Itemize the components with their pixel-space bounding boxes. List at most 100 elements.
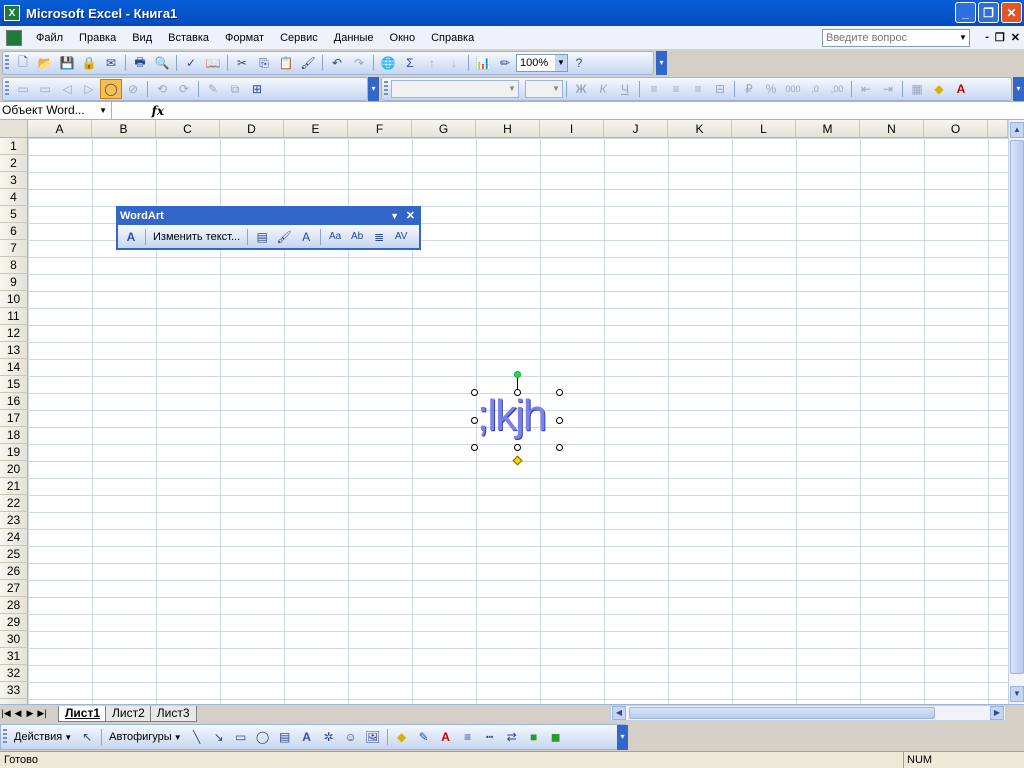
toolbar-options-icon[interactable]: ▾ [656, 51, 667, 75]
insert-wordart-icon[interactable]: A [296, 727, 318, 747]
show-comments-icon[interactable]: ◯ [100, 79, 122, 99]
reject-icon[interactable]: ⟳ [173, 79, 195, 99]
hyperlink-icon[interactable]: 🌐 [377, 53, 399, 73]
row-header[interactable]: 28 [0, 597, 28, 614]
edit-text-button[interactable]: Изменить текст... [149, 231, 244, 243]
scroll-down-icon[interactable]: ▼ [1010, 686, 1024, 702]
next-sheet-icon[interactable]: ▶ [24, 708, 36, 719]
oval-icon[interactable]: ◯ [252, 727, 274, 747]
row-header[interactable]: 26 [0, 563, 28, 580]
insert-function-icon[interactable]: fx [112, 104, 168, 118]
shadow-style-icon[interactable]: ■ [523, 727, 545, 747]
line-color-icon[interactable]: ✎ [413, 727, 435, 747]
decrease-decimal-icon[interactable]: ,00 [826, 79, 848, 99]
select-objects-icon[interactable]: ↖ [76, 727, 98, 747]
format-wordart-icon[interactable]: 🖌 [273, 227, 295, 247]
menu-help[interactable]: Справка [423, 32, 482, 44]
column-header-D[interactable]: D [220, 120, 284, 138]
row-header[interactable]: 12 [0, 325, 28, 342]
same-letter-heights-icon[interactable]: Aa [324, 227, 346, 247]
print-preview-icon[interactable]: 🔍 [151, 53, 173, 73]
merge-center-icon[interactable]: ⊟ [709, 79, 731, 99]
toolbar-grip[interactable] [5, 55, 9, 71]
font-name-select[interactable]: ▼ [391, 80, 519, 98]
comma-style-icon[interactable]: 000 [782, 79, 804, 99]
sheet-tab-1[interactable]: Лист1 [58, 705, 108, 722]
print-icon[interactable]: 🖶 [129, 53, 151, 73]
toolbar-grip[interactable] [5, 81, 9, 97]
actions-menu-button[interactable]: Действия ▼ [10, 731, 76, 743]
row-header[interactable]: 3 [0, 172, 28, 189]
workbook-icon[interactable] [6, 29, 22, 46]
underline-icon[interactable]: Ч [614, 79, 636, 99]
resize-handle-se[interactable] [556, 444, 563, 451]
ink-annotations-icon[interactable]: ✎ [202, 79, 224, 99]
resize-handle-s[interactable] [514, 444, 521, 451]
bold-icon[interactable]: Ж [570, 79, 592, 99]
workbook-restore-button[interactable]: ❐ [995, 31, 1005, 44]
row-header[interactable]: 33 [0, 682, 28, 699]
row-header[interactable]: 32 [0, 665, 28, 682]
row-header[interactable]: 8 [0, 257, 28, 274]
minimize-button[interactable]: _ [955, 2, 976, 23]
arrow-style-icon[interactable]: ⇄ [501, 727, 523, 747]
resize-handle-n[interactable] [514, 389, 521, 396]
increase-indent-icon[interactable]: ⇥ [877, 79, 899, 99]
toolbar-options-icon[interactable]: ▾ [617, 725, 628, 750]
email-icon[interactable]: ✉ [100, 53, 122, 73]
row-header[interactable]: 1 [0, 138, 28, 155]
new-comment-icon[interactable]: ▭ [12, 79, 34, 99]
vertical-text-icon[interactable]: Ab [346, 227, 368, 247]
row-header[interactable]: 6 [0, 223, 28, 240]
scroll-thumb[interactable] [1010, 140, 1024, 674]
column-header-L[interactable]: L [732, 120, 796, 138]
column-header-E[interactable]: E [284, 120, 348, 138]
drawing-icon[interactable]: ✏ [494, 53, 516, 73]
column-header-C[interactable]: C [156, 120, 220, 138]
resize-handle-e[interactable] [556, 417, 563, 424]
workbook-close-button[interactable]: ✕ [1011, 31, 1020, 44]
chevron-down-icon[interactable]: ▼ [555, 55, 567, 71]
redo-icon[interactable]: ↷ [348, 53, 370, 73]
last-sheet-icon[interactable]: ▶| [36, 708, 48, 719]
clip-art-icon[interactable]: ☺ [340, 727, 362, 747]
scroll-thumb[interactable] [629, 707, 935, 719]
dash-style-icon[interactable]: ┅ [479, 727, 501, 747]
previous-sheet-icon[interactable]: ◀ [12, 708, 24, 719]
resize-handle-w[interactable] [471, 417, 478, 424]
increase-decimal-icon[interactable]: ,0 [804, 79, 826, 99]
formula-input[interactable] [168, 102, 1024, 119]
sheet-tab-2[interactable]: Лист2 [105, 705, 152, 722]
row-header[interactable]: 22 [0, 495, 28, 512]
menu-window[interactable]: Окно [382, 32, 424, 44]
row-header[interactable]: 15 [0, 376, 28, 393]
chevron-down-icon[interactable]: ▼ [550, 81, 562, 97]
row-header[interactable]: 21 [0, 478, 28, 495]
next-comment-icon[interactable]: ▷ [78, 79, 100, 99]
line-style-icon[interactable]: ≡ [457, 727, 479, 747]
sort-descending-icon[interactable]: ↓ [443, 53, 465, 73]
help-icon[interactable]: ? [568, 53, 590, 73]
first-sheet-icon[interactable]: |◀ [0, 708, 12, 719]
column-header-M[interactable]: M [796, 120, 860, 138]
row-header[interactable]: 13 [0, 342, 28, 359]
menu-edit[interactable]: Правка [71, 32, 124, 44]
vertical-scrollbar[interactable]: ▲ ▼ [1008, 120, 1024, 704]
wordart-toolbar-title-bar[interactable]: WordArt ▼ ✕ [118, 208, 419, 225]
wordart-gallery-icon[interactable]: ▤ [251, 227, 273, 247]
arrow-icon[interactable]: ↘ [208, 727, 230, 747]
cut-icon[interactable]: ✂ [231, 53, 253, 73]
percent-icon[interactable]: % [760, 79, 782, 99]
maximize-button[interactable]: ❐ [978, 2, 999, 23]
insert-wordart-icon[interactable]: A [120, 227, 142, 247]
chart-wizard-icon[interactable]: 📊 [472, 53, 494, 73]
row-header[interactable]: 16 [0, 393, 28, 410]
close-icon[interactable]: ✕ [406, 208, 415, 225]
open-icon[interactable]: 📂 [34, 53, 56, 73]
scroll-up-icon[interactable]: ▲ [1010, 122, 1024, 138]
3d-style-icon[interactable]: ◼ [545, 727, 567, 747]
row-header[interactable]: 25 [0, 546, 28, 563]
close-button[interactable]: ✕ [1001, 2, 1022, 23]
align-right-icon[interactable]: ≡ [687, 79, 709, 99]
diagram-icon[interactable]: ✲ [318, 727, 340, 747]
